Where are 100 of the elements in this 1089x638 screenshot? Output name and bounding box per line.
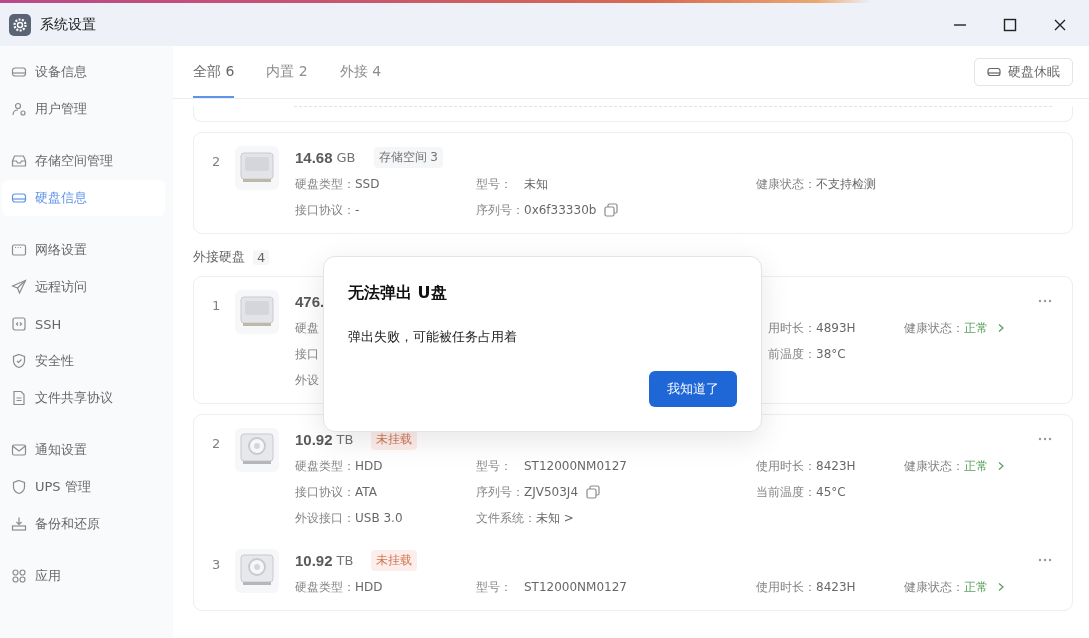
field-label: 使用时长： bbox=[756, 578, 816, 596]
disk-size: 476. bbox=[295, 292, 325, 310]
sidebar-item[interactable]: 通知设置 bbox=[2, 432, 165, 468]
field-value: ST12000NM0127 bbox=[524, 580, 627, 594]
code-icon bbox=[11, 316, 27, 332]
copy-icon[interactable] bbox=[586, 485, 601, 499]
dialog-title: 无法弹出 U盘 bbox=[348, 283, 448, 304]
settings-app-icon bbox=[9, 13, 31, 36]
field-label: 型号： bbox=[476, 457, 513, 475]
dialog-message: 弹出失败，可能被任务占用着 bbox=[348, 328, 518, 346]
field-value: 8423H bbox=[816, 580, 856, 594]
sidebar-item[interactable]: 远程访问 bbox=[2, 269, 165, 305]
sidebar-item[interactable]: 存储空间管理 bbox=[2, 143, 165, 179]
download-icon bbox=[11, 516, 27, 532]
row-number: 2 bbox=[212, 435, 222, 451]
field-value: 45°C bbox=[816, 485, 846, 499]
mail-icon bbox=[11, 442, 27, 458]
inbox-icon bbox=[11, 153, 27, 169]
size-unit: TB bbox=[336, 431, 354, 447]
grid-icon bbox=[11, 568, 27, 584]
document-icon bbox=[11, 390, 27, 406]
sidebar-item[interactable]: 应用 bbox=[2, 558, 165, 594]
field-value: 4893H bbox=[816, 321, 856, 335]
disk-size: 14.68 bbox=[295, 148, 333, 166]
field-value: HDD bbox=[355, 580, 383, 594]
sleep-button[interactable]: 硬盘休眠 bbox=[974, 58, 1073, 86]
drive-icon bbox=[235, 146, 279, 190]
field-label: 硬盘类型： bbox=[295, 578, 355, 596]
tab[interactable]: 内置 2 bbox=[266, 46, 308, 98]
field-label: 健康状态： bbox=[904, 457, 964, 475]
size-unit: TB bbox=[336, 552, 354, 568]
send-icon bbox=[11, 279, 27, 295]
health-status: 正常 bbox=[964, 457, 988, 475]
health-status: 正常 bbox=[964, 319, 988, 337]
disk-size: 10.92 bbox=[295, 430, 333, 448]
field-value: ST12000NM0127 bbox=[524, 459, 627, 473]
drive-icon bbox=[235, 428, 279, 472]
window-icon bbox=[11, 242, 27, 258]
more-icon[interactable] bbox=[1038, 437, 1052, 441]
drive-icon bbox=[235, 549, 279, 593]
disk-size: 10.92 bbox=[295, 551, 333, 569]
field-label: 接口 bbox=[295, 345, 320, 363]
field-label: 硬盘类型： bbox=[295, 457, 355, 475]
chevron-right-icon[interactable] bbox=[997, 461, 1005, 471]
sidebar-item[interactable]: 安全性 bbox=[2, 343, 165, 379]
field-label: 文件系统： bbox=[476, 509, 536, 527]
tab[interactable]: 外接 4 bbox=[339, 46, 382, 98]
field-label: 外设 bbox=[295, 371, 320, 389]
sidebar-item[interactable]: SSH bbox=[2, 306, 165, 342]
field-label: 健康状态： bbox=[904, 578, 964, 596]
copy-icon[interactable] bbox=[604, 203, 619, 217]
field-value: 38°C bbox=[816, 347, 846, 361]
field-label: 使用时长： bbox=[756, 457, 816, 475]
field-value: USB 3.0 bbox=[355, 511, 403, 525]
maximize-icon[interactable] bbox=[1003, 17, 1017, 32]
field-value: 不支持检测 bbox=[816, 175, 876, 193]
field-value: ATA bbox=[355, 485, 377, 499]
section-title: 外接硬盘 bbox=[193, 248, 245, 266]
shield-icon bbox=[11, 353, 27, 369]
field-label: 健康状态： bbox=[756, 175, 816, 193]
field-value: 未知 > bbox=[536, 509, 574, 527]
more-icon[interactable] bbox=[1038, 299, 1052, 303]
close-icon[interactable] bbox=[1053, 17, 1067, 32]
sidebar-item[interactable]: 设备信息 bbox=[2, 54, 165, 90]
window-title: 系统设置 bbox=[40, 15, 97, 34]
sidebar-item[interactable]: 硬盘信息 bbox=[2, 180, 165, 216]
field-label: 外设接口： bbox=[295, 509, 355, 527]
ok-button[interactable]: 我知道了 bbox=[649, 371, 737, 407]
chevron-right-icon[interactable] bbox=[997, 323, 1005, 333]
field-label: 型号： bbox=[476, 175, 513, 193]
more-icon[interactable] bbox=[1038, 558, 1052, 562]
field-value: 8423H bbox=[816, 459, 856, 473]
sidebar-item[interactable]: 文件共享协议 bbox=[2, 380, 165, 416]
field-value: ZJV503J4 bbox=[524, 485, 579, 499]
health-status: 正常 bbox=[964, 578, 988, 596]
shield-icon bbox=[11, 479, 27, 495]
field-label: 当前温度： bbox=[756, 483, 816, 501]
field-value: HDD bbox=[355, 459, 383, 473]
drive-icon bbox=[11, 190, 27, 206]
field-label: 序列号： bbox=[476, 483, 524, 501]
field-label: 接口协议： bbox=[295, 483, 355, 501]
sidebar-item[interactable]: UPS 管理 bbox=[2, 469, 165, 505]
count-badge: 4 bbox=[253, 249, 270, 265]
field-label: 前温度： bbox=[767, 345, 816, 363]
field-value: 0x6f33330b bbox=[524, 203, 597, 217]
drive-icon bbox=[235, 290, 279, 334]
sidebar-item[interactable]: 网络设置 bbox=[2, 232, 165, 268]
field-label: 接口协议： bbox=[295, 201, 355, 219]
status-tag: 存储空间 3 bbox=[373, 146, 443, 168]
sidebar-item[interactable]: 备份和还原 bbox=[2, 506, 165, 542]
field-value: - bbox=[355, 203, 360, 217]
tab[interactable]: 全部 6 bbox=[193, 46, 235, 98]
user-icon bbox=[11, 101, 27, 117]
sidebar-item[interactable]: 用户管理 bbox=[2, 91, 165, 127]
drive-icon bbox=[11, 64, 27, 80]
size-unit: GB bbox=[336, 149, 356, 165]
field-label: 用时长： bbox=[767, 319, 816, 337]
row-number: 3 bbox=[212, 556, 222, 572]
field-label: 型号： bbox=[476, 578, 513, 596]
chevron-right-icon[interactable] bbox=[997, 582, 1005, 592]
